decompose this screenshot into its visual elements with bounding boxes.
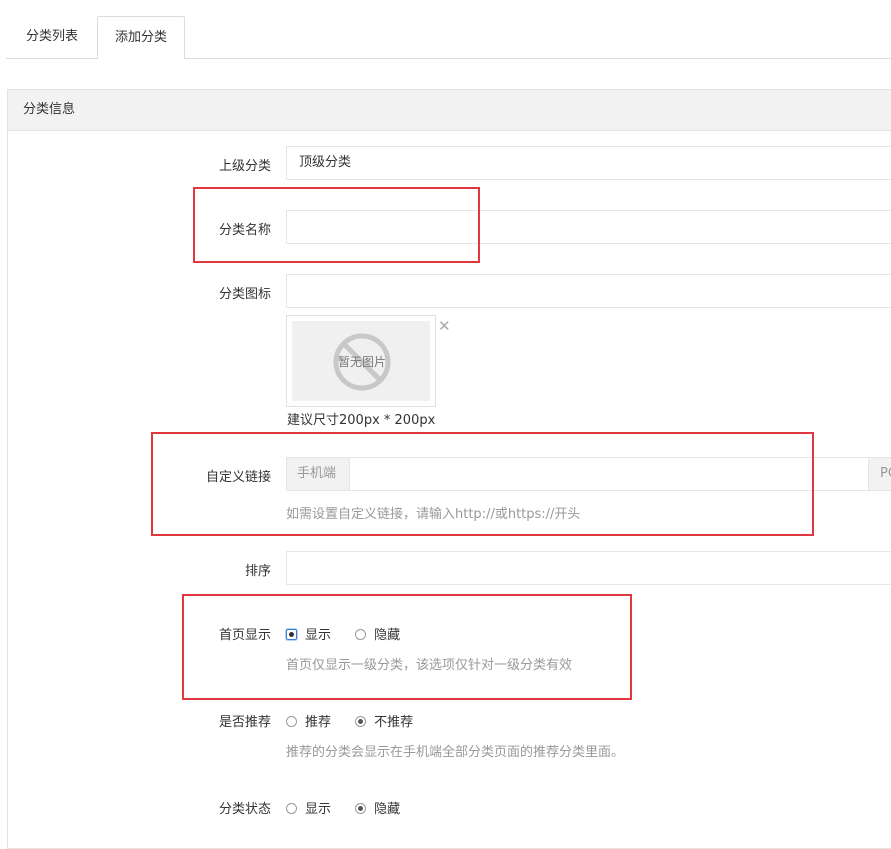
remove-image-icon[interactable]: ✕ (438, 317, 451, 335)
recommend-hint: 推荐的分类会显示在手机端全部分类页面的推荐分类里面。 (286, 745, 625, 760)
radio-icon[interactable] (286, 803, 297, 814)
status-radio-group: 显示 隐藏 (286, 798, 420, 817)
tab-category-list[interactable]: 分类列表 (8, 16, 96, 58)
highlight-box-home (182, 594, 632, 700)
sort-input[interactable] (286, 551, 891, 585)
category-icon-label: 分类图标 (218, 287, 271, 302)
radio-checked-icon[interactable] (355, 803, 367, 814)
option-label: 推荐 (305, 715, 332, 730)
status-option-hide[interactable]: 隐藏 (355, 798, 400, 817)
no-image-text: 暂无图片 (337, 355, 386, 369)
radio-checked-icon[interactable] (355, 716, 367, 727)
tab-add-category[interactable]: 添加分类 (97, 16, 185, 59)
status-option-show[interactable]: 显示 (286, 798, 331, 817)
parent-category-select[interactable]: 顶级分类 (286, 146, 891, 180)
recommend-radio-group: 推荐 不推荐 (286, 711, 433, 730)
radio-icon[interactable] (286, 716, 297, 727)
highlight-box-link (151, 432, 814, 536)
category-icon-input[interactable] (286, 274, 891, 308)
tab-bar: 分类列表 添加分类 (6, 16, 891, 59)
pc-addon: PC (868, 457, 891, 491)
option-label: 隐藏 (374, 802, 401, 817)
icon-size-note: 建议尺寸200px * 200px (287, 413, 436, 428)
option-label: 不推荐 (374, 715, 414, 730)
recommend-label: 是否推荐 (218, 715, 271, 730)
highlight-box-name (193, 187, 480, 263)
recommend-option-yes[interactable]: 推荐 (286, 711, 331, 730)
parent-category-label: 上级分类 (218, 159, 271, 174)
recommend-option-no[interactable]: 不推荐 (355, 711, 413, 730)
sort-label: 排序 (244, 564, 271, 579)
icon-preview-area: 暂无图片 (292, 321, 430, 401)
panel-title: 分类信息 (8, 90, 891, 131)
status-label: 分类状态 (218, 802, 271, 817)
option-label: 显示 (305, 802, 332, 817)
icon-preview[interactable]: 暂无图片 (286, 315, 436, 407)
